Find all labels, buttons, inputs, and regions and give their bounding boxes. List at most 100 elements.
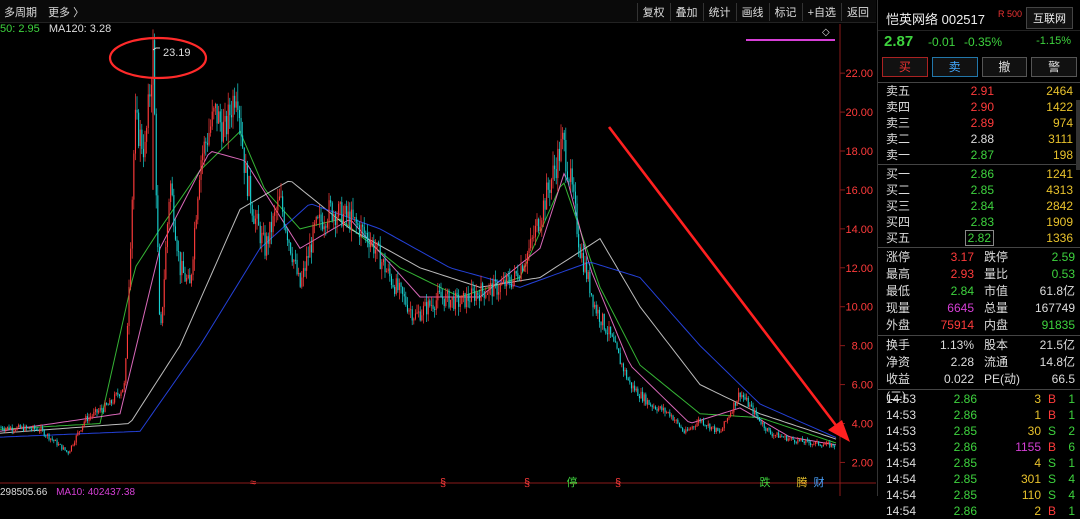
- candle-body: [483, 291, 485, 298]
- candle-body: [326, 222, 328, 228]
- candle-body: [158, 247, 160, 315]
- candle-body: [723, 421, 725, 429]
- candle-body: [469, 300, 471, 302]
- tick-row[interactable]: 14:54 2.85 110 S 4: [878, 487, 1080, 503]
- tick-row[interactable]: 14:53 2.86 1155 B 6: [878, 439, 1080, 455]
- candle-body: [376, 242, 378, 250]
- y-tick-label: 20.00: [845, 107, 873, 119]
- candle-body: [328, 200, 330, 223]
- ask-row[interactable]: 卖三 2.89 974: [878, 115, 1080, 131]
- candle-body: [298, 272, 300, 275]
- candle-body: [522, 265, 524, 272]
- candle-body: [590, 293, 592, 295]
- tick-row[interactable]: 14:54 2.85 301 S 4: [878, 471, 1080, 487]
- candle-body: [128, 286, 130, 326]
- bid-volume: 1336: [1046, 231, 1073, 245]
- candle-body: [320, 214, 322, 222]
- bid-row[interactable]: 买三 2.84 2842: [878, 198, 1080, 214]
- candle-body: [568, 179, 570, 182]
- ask-book: 卖五 2.91 2464 卖四 2.90 1422 卖三 2.89 974 卖二 2.88 3111 卖…: [878, 82, 1080, 163]
- candle-body: [528, 248, 530, 254]
- kline-chart-panel[interactable]: 多周期 更多 〉 复权 叠加 统计 画线 标记 +自选 返回 50: 2.95 …: [0, 0, 876, 498]
- candle-body: [286, 231, 288, 241]
- candle-body: [144, 141, 146, 158]
- candle-body: [562, 132, 564, 139]
- candle-body: [434, 308, 436, 310]
- candle-body: [432, 305, 434, 309]
- stat-value: 14.8亿: [1039, 355, 1075, 369]
- candle-body: [782, 436, 784, 438]
- tick-side: B: [1047, 408, 1056, 422]
- candle-body: [282, 196, 284, 212]
- stat-value: 0.022: [943, 372, 974, 386]
- tick-row[interactable]: 14:54 2.85 4 S 1: [878, 455, 1080, 471]
- candle-body: [198, 179, 200, 199]
- stat-label: 现量: [886, 301, 911, 315]
- candle-body: [104, 402, 106, 412]
- candle-body: [693, 426, 695, 428]
- industry-button[interactable]: 互联网: [1026, 7, 1073, 29]
- candle-body: [789, 438, 791, 440]
- candle-body: [109, 400, 111, 405]
- ask-row[interactable]: 卖五 2.91 2464: [878, 83, 1080, 99]
- tick-row[interactable]: 14:53 2.85 30 S 2: [878, 423, 1080, 439]
- bid-row[interactable]: 买四 2.83 1909: [878, 214, 1080, 230]
- candle-body: [382, 259, 384, 263]
- candle-body: [459, 304, 461, 307]
- alert-button[interactable]: 警: [1031, 57, 1077, 77]
- candle-body: [717, 427, 719, 431]
- buy-button[interactable]: 买: [882, 57, 928, 77]
- price-chart[interactable]: 22.00 20.00 18.00 16.00 14.00 12.00 10.00 8.00 6…: [0, 0, 876, 496]
- candle-body: [37, 429, 39, 431]
- candle-body: [659, 406, 661, 409]
- candle-body: [189, 274, 191, 284]
- candle-body: [224, 116, 226, 122]
- candle-body: [419, 311, 421, 321]
- candle-body: [333, 213, 335, 221]
- candle-body: [232, 95, 234, 118]
- candle-body: [270, 221, 272, 233]
- bid-row[interactable]: 买五 2.82 1336: [878, 230, 1080, 246]
- candle-body: [234, 95, 236, 108]
- tick-volume: 301: [1020, 472, 1041, 486]
- candle-body: [123, 383, 125, 390]
- candle-body: [810, 443, 812, 445]
- bid-row[interactable]: 买一 2.86 1241: [878, 166, 1080, 182]
- tick-row[interactable]: 14:53 2.86 3 B 1: [878, 391, 1080, 407]
- candle-body: [133, 153, 135, 200]
- tick-row[interactable]: 14:54 2.86 2 B 1: [878, 503, 1080, 519]
- scrollbar[interactable]: [1076, 100, 1080, 170]
- tick-list[interactable]: 14:53 2.86 3 B 1 14:53 2.86 1 B 1 14:53 2.85 30 S 2 14:…: [878, 391, 1080, 519]
- candle-body: [738, 392, 740, 401]
- candle-body: [416, 312, 418, 314]
- stat-row: 现量 6645 总量 167749: [878, 300, 1080, 317]
- tick-count: 4: [1068, 472, 1075, 486]
- candle-body: [646, 400, 648, 405]
- candle-body: [475, 292, 477, 301]
- bid-row[interactable]: 买二 2.85 4313: [878, 182, 1080, 198]
- cancel-button[interactable]: 撤: [981, 57, 1028, 77]
- y-tick-label: 8.00: [852, 341, 873, 353]
- stat-label: 股本: [984, 338, 1009, 352]
- candle-body: [19, 425, 21, 429]
- ask-row[interactable]: 卖一 2.87 198: [878, 147, 1080, 163]
- sell-button[interactable]: 卖: [931, 57, 978, 77]
- candle-body: [299, 272, 301, 287]
- candle-body: [165, 247, 167, 280]
- candle-body: [0, 427, 2, 429]
- candle-body: [309, 244, 311, 258]
- candle-body: [155, 113, 157, 196]
- candle-body: [194, 228, 196, 260]
- candle-body: [790, 437, 792, 439]
- candle-body: [26, 426, 28, 429]
- candle-body: [555, 169, 557, 179]
- ask-row[interactable]: 卖四 2.90 1422: [878, 99, 1080, 115]
- candle-body: [206, 143, 208, 145]
- tick-side: B: [1047, 440, 1056, 454]
- candle-body: [624, 370, 626, 372]
- tick-row[interactable]: 14:53 2.86 1 B 1: [878, 407, 1080, 423]
- candle-body: [694, 426, 696, 428]
- ask-row[interactable]: 卖二 2.88 3111: [878, 131, 1080, 147]
- candle-body: [683, 430, 685, 433]
- candle-body: [115, 392, 117, 395]
